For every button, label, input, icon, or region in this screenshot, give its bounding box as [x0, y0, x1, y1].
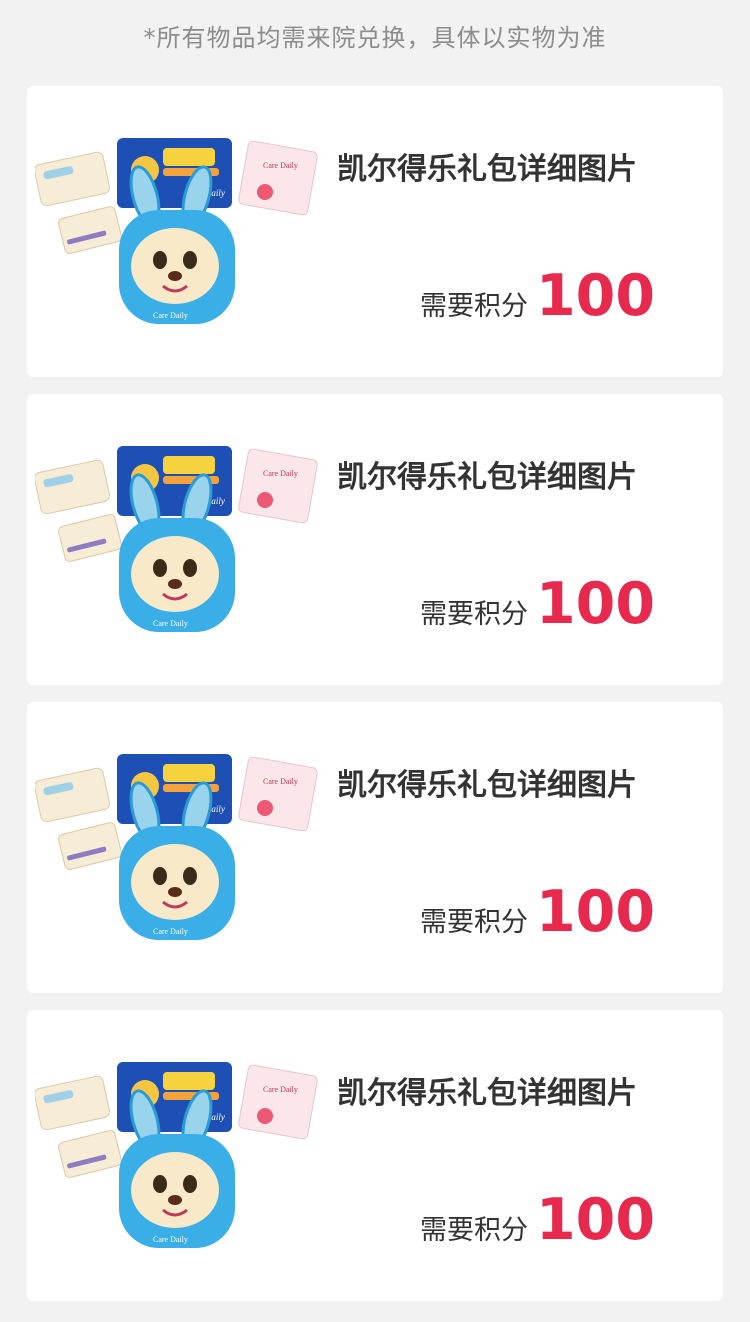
gift-card-3[interactable]: Care Daily Care Daily Care Daily 凯尔得乐礼包详… [27, 702, 723, 993]
gift-card-1[interactable]: Care Daily Care Daily Care Daily 凯尔得乐礼包详… [27, 86, 723, 377]
svg-text:Care Daily: Care Daily [263, 1085, 298, 1094]
svg-text:Care Daily: Care Daily [263, 469, 298, 478]
svg-text:Care Daily: Care Daily [153, 927, 188, 936]
points-row: 需要积分 100 [420, 1192, 655, 1249]
svg-text:Care Daily: Care Daily [153, 311, 188, 320]
gift-title: 凯尔得乐礼包详细图片 [337, 1076, 637, 1111]
points-label: 需要积分 [420, 599, 529, 630]
gift-card-2[interactable]: Care Daily Care Daily Care Daily 凯尔得乐礼包详… [27, 394, 723, 685]
points-value: 100 [536, 1187, 655, 1253]
gift-title: 凯尔得乐礼包详细图片 [337, 152, 637, 187]
points-label: 需要积分 [420, 291, 529, 322]
points-value: 100 [536, 879, 655, 945]
points-value: 100 [536, 571, 655, 637]
points-row: 需要积分 100 [420, 268, 655, 325]
gift-pack-image: Care Daily Care Daily Care Daily [35, 1062, 318, 1248]
points-row: 需要积分 100 [420, 576, 655, 633]
gift-card-4[interactable]: Care Daily Care Daily Care Daily 凯尔得乐礼包详… [27, 1010, 723, 1301]
gift-pack-image: Care Daily Care Daily Care Daily [35, 754, 318, 940]
gift-title: 凯尔得乐礼包详细图片 [337, 768, 637, 803]
svg-text:Care Daily: Care Daily [263, 161, 298, 170]
points-label: 需要积分 [420, 1215, 529, 1246]
svg-text:Care Daily: Care Daily [153, 1235, 188, 1244]
exchange-notice: *所有物品均需来院兑换，具体以实物为准 [143, 24, 607, 52]
points-label: 需要积分 [420, 907, 529, 938]
gift-title: 凯尔得乐礼包详细图片 [337, 460, 637, 495]
gift-pack-image: Care Daily Care Daily Care Daily [35, 446, 318, 632]
svg-text:Care Daily: Care Daily [153, 619, 188, 628]
gift-list: Care Daily Care Daily Care Daily 凯尔得乐礼包详… [27, 86, 723, 1318]
gift-pack-image: Care Daily Care Daily Care Daily [35, 138, 318, 324]
points-row: 需要积分 100 [420, 884, 655, 941]
svg-text:Care Daily: Care Daily [263, 777, 298, 786]
points-value: 100 [536, 263, 655, 329]
